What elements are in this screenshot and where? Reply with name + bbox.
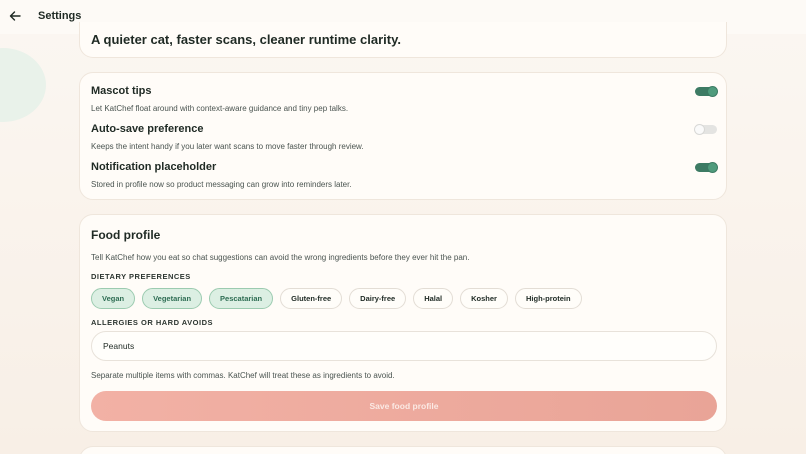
save-food-profile-button[interactable]: Save food profile <box>91 391 717 421</box>
back-button[interactable] <box>8 9 22 23</box>
preference-row-notification: Notification placeholder Stored in profi… <box>91 161 718 189</box>
toggle-knob <box>694 124 705 135</box>
allergies-hint: Separate multiple items with commas. Kat… <box>91 371 395 380</box>
next-card <box>79 446 727 454</box>
allergies-label: ALLERGIES OR HARD AVOIDS <box>91 318 214 327</box>
preference-description: Keeps the intent handy if you later want… <box>91 142 364 151</box>
preference-title: Mascot tips <box>91 85 152 97</box>
food-profile-title: Food profile <box>91 228 161 242</box>
background-decoration <box>0 48 46 122</box>
preferences-card: Mascot tips Let KatChef float around wit… <box>79 72 727 200</box>
chip-kosher[interactable]: Kosher <box>460 288 508 309</box>
mascot-tips-toggle[interactable] <box>695 86 718 97</box>
preference-row-auto-save: Auto-save preference Keeps the intent ha… <box>91 123 717 151</box>
preference-title: Auto-save preference <box>91 123 204 135</box>
preference-row-mascot-tips: Mascot tips Let KatChef float around wit… <box>91 85 718 113</box>
dietary-preferences-label: DIETARY PREFERENCES <box>91 272 191 281</box>
toggle-knob <box>707 162 718 173</box>
chip-vegetarian[interactable]: Vegetarian <box>142 288 203 309</box>
allergies-input[interactable] <box>91 331 717 361</box>
page-title: Settings <box>38 10 82 22</box>
toggle-knob <box>707 86 718 97</box>
chip-gluten-free[interactable]: Gluten-free <box>280 288 343 309</box>
preference-title: Notification placeholder <box>91 161 217 173</box>
chip-vegan[interactable]: Vegan <box>91 288 136 309</box>
dietary-chip-group: Vegan Vegetarian Pescatarian Gluten-free… <box>91 288 582 309</box>
chip-halal[interactable]: Halal <box>413 288 454 309</box>
auto-save-toggle[interactable] <box>694 124 717 135</box>
food-profile-description: Tell KatChef how you eat so chat suggest… <box>91 253 470 262</box>
chip-high-protein[interactable]: High-protein <box>514 288 582 309</box>
chip-dairy-free[interactable]: Dairy-free <box>349 288 407 309</box>
intro-tagline: A quieter cat, faster scans, cleaner run… <box>91 32 401 47</box>
preference-description: Stored in profile now so product messagi… <box>91 180 352 189</box>
arrow-left-icon <box>9 11 21 21</box>
chip-pescatarian[interactable]: Pescatarian <box>209 288 274 309</box>
food-profile-card: Food profile Tell KatChef how you eat so… <box>79 214 727 432</box>
notification-toggle[interactable] <box>695 162 718 173</box>
preference-description: Let KatChef float around with context-aw… <box>91 104 349 113</box>
intro-card: A quieter cat, faster scans, cleaner run… <box>79 22 727 58</box>
